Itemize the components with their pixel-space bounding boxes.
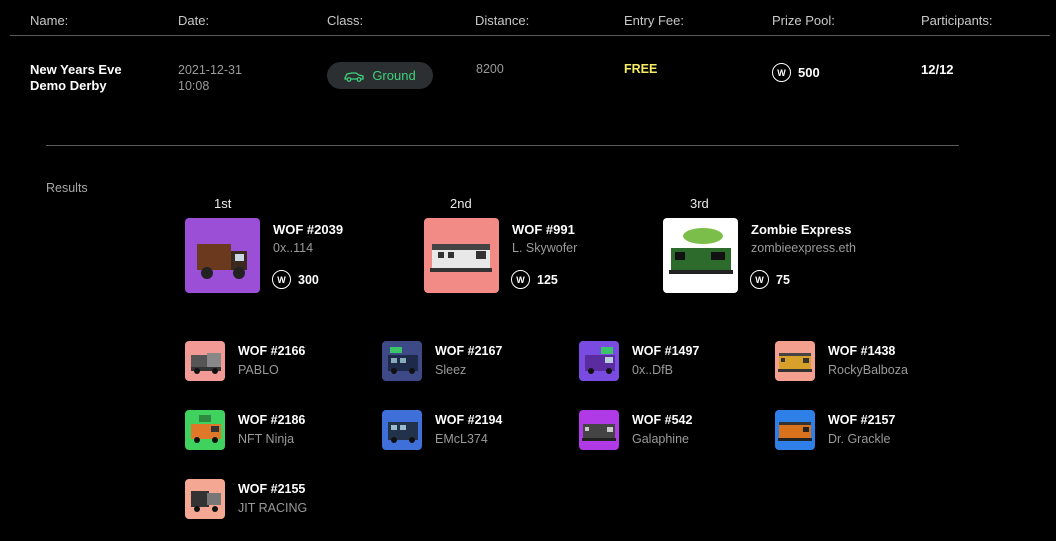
- race-prize-pool: W 500: [772, 63, 820, 82]
- owner-name[interactable]: 0x..DfB: [632, 363, 673, 377]
- header-divider: [10, 35, 1050, 36]
- header-prize-pool: Prize Pool:: [772, 13, 835, 28]
- vehicle-name[interactable]: WOF #991: [512, 222, 575, 237]
- owner-name[interactable]: JIT RACING: [238, 501, 307, 515]
- race-name[interactable]: New Years Eve Demo Derby: [30, 62, 122, 94]
- podium-prize: W 300: [272, 270, 319, 289]
- owner-name[interactable]: zombieexpress.eth: [751, 241, 856, 255]
- vehicle-name[interactable]: WOF #2157: [828, 413, 895, 427]
- vehicle-name[interactable]: WOF #2186: [238, 413, 305, 427]
- owner-name[interactable]: EMcL374: [435, 432, 488, 446]
- header-participants: Participants:: [921, 13, 993, 28]
- w-coin-icon: W: [272, 270, 291, 289]
- result-entry[interactable]: WOF #542 Galaphine: [579, 410, 769, 452]
- w-coin-icon: W: [772, 63, 791, 82]
- class-label: Ground: [372, 68, 416, 83]
- owner-name[interactable]: Galaphine: [632, 432, 689, 446]
- vehicle-thumbnail[interactable]: [185, 218, 260, 293]
- podium-place: 3rd: [690, 196, 709, 211]
- owner-name[interactable]: 0x..114: [273, 241, 313, 255]
- race-entry-fee: FREE: [624, 62, 658, 76]
- race-distance: 8200: [476, 62, 504, 76]
- vehicle-thumbnail[interactable]: [424, 218, 499, 293]
- race-date-day: 2021-12-31: [178, 63, 242, 77]
- race-participants: 12/12: [921, 62, 954, 77]
- podium-place: 1st: [214, 196, 232, 211]
- race-date: 2021-12-31 10:08: [178, 62, 242, 94]
- result-entry[interactable]: WOF #2194 EMcL374: [382, 410, 572, 452]
- section-divider: [46, 145, 959, 146]
- podium-prize: W 75: [750, 270, 790, 289]
- owner-name[interactable]: RockyBalboza: [828, 363, 908, 377]
- race-name-line2: Demo Derby: [30, 78, 107, 93]
- result-entry[interactable]: WOF #2155 JIT RACING: [185, 479, 375, 521]
- vehicle-name[interactable]: WOF #2194: [435, 413, 502, 427]
- vehicle-thumbnail[interactable]: [185, 341, 225, 381]
- header-name: Name:: [30, 13, 69, 28]
- result-entry[interactable]: WOF #2186 NFT Ninja: [185, 410, 375, 452]
- w-coin-icon: W: [750, 270, 769, 289]
- vehicle-thumbnail[interactable]: [663, 218, 738, 293]
- result-entry[interactable]: WOF #1438 RockyBalboza: [775, 341, 965, 383]
- vehicle-name[interactable]: WOF #2166: [238, 344, 305, 358]
- vehicle-name[interactable]: WOF #2167: [435, 344, 502, 358]
- vehicle-name[interactable]: WOF #1497: [632, 344, 699, 358]
- vehicle-thumbnail[interactable]: [185, 479, 225, 519]
- results-label: Results: [46, 181, 88, 195]
- vehicle-name[interactable]: WOF #2155: [238, 482, 305, 496]
- result-entry[interactable]: WOF #2166 PABLO: [185, 341, 375, 383]
- vehicle-name[interactable]: Zombie Express: [751, 222, 851, 237]
- vehicle-thumbnail[interactable]: [185, 410, 225, 450]
- header-entry-fee: Entry Fee:: [624, 13, 684, 28]
- podium-prize: W 125: [511, 270, 558, 289]
- owner-name[interactable]: L. Skywofer: [512, 241, 577, 255]
- prize-pool-value: 500: [798, 65, 820, 80]
- race-date-time: 10:08: [178, 79, 210, 93]
- vehicle-thumbnail[interactable]: [579, 341, 619, 381]
- header-date: Date:: [178, 13, 210, 28]
- prize-value: 300: [298, 272, 319, 287]
- prize-value: 75: [776, 272, 790, 287]
- owner-name[interactable]: NFT Ninja: [238, 432, 294, 446]
- owner-name[interactable]: Dr. Grackle: [828, 432, 891, 446]
- vehicle-thumbnail[interactable]: [579, 410, 619, 450]
- result-entry[interactable]: WOF #1497 0x..DfB: [579, 341, 769, 383]
- podium-place: 2nd: [450, 196, 472, 211]
- vehicle-thumbnail[interactable]: [382, 341, 422, 381]
- owner-name[interactable]: Sleez: [435, 363, 466, 377]
- owner-name[interactable]: PABLO: [238, 363, 279, 377]
- race-name-line1: New Years Eve: [30, 62, 122, 77]
- header-class: Class:: [327, 13, 364, 28]
- vehicle-name[interactable]: WOF #542: [632, 413, 692, 427]
- result-entry[interactable]: WOF #2167 Sleez: [382, 341, 572, 383]
- vehicle-thumbnail[interactable]: [382, 410, 422, 450]
- vehicle-thumbnail[interactable]: [775, 410, 815, 450]
- class-badge[interactable]: Ground: [327, 62, 433, 89]
- vehicle-thumbnail[interactable]: [775, 341, 815, 381]
- header-distance: Distance:: [475, 13, 530, 28]
- w-coin-icon: W: [511, 270, 530, 289]
- vehicle-name[interactable]: WOF #1438: [828, 344, 895, 358]
- vehicle-name[interactable]: WOF #2039: [273, 222, 343, 237]
- result-entry[interactable]: WOF #2157 Dr. Grackle: [775, 410, 965, 452]
- prize-value: 125: [537, 272, 558, 287]
- car-icon: [344, 70, 364, 82]
